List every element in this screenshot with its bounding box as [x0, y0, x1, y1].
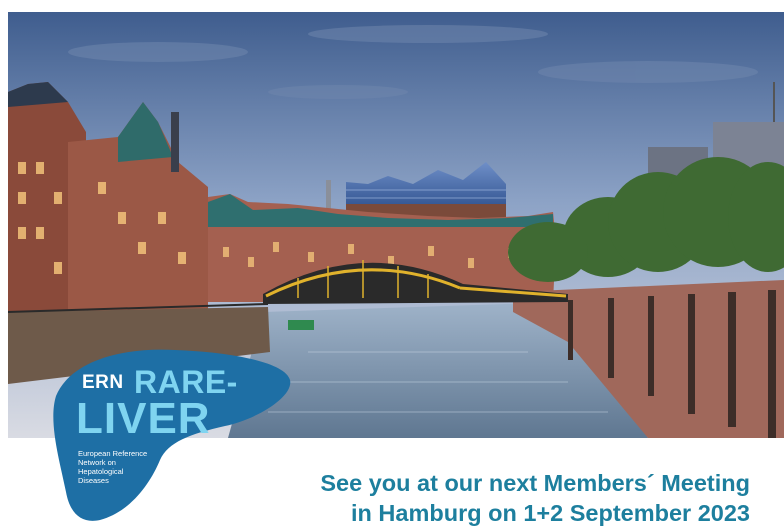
- headline-line-1: See you at our next Members´ Meeting: [320, 470, 750, 496]
- logo-subtitle: European Reference Network on Hepatologi…: [78, 449, 158, 485]
- logo-subtitle-line: Diseases: [78, 476, 109, 485]
- logo-subtitle-line: Network on: [78, 458, 116, 467]
- logo-subtitle-line: Hepatological: [78, 467, 124, 476]
- logo-ern-text: ERN: [82, 372, 124, 393]
- logo-subtitle-line: European Reference: [78, 449, 148, 458]
- boat: [288, 320, 314, 330]
- logo-liver-text: LIVER: [76, 394, 211, 443]
- headline-line-2: in Hamburg on 1+2 September 2023: [351, 500, 750, 526]
- meeting-announcement: See you at our next Members´ Meeting in …: [320, 468, 750, 528]
